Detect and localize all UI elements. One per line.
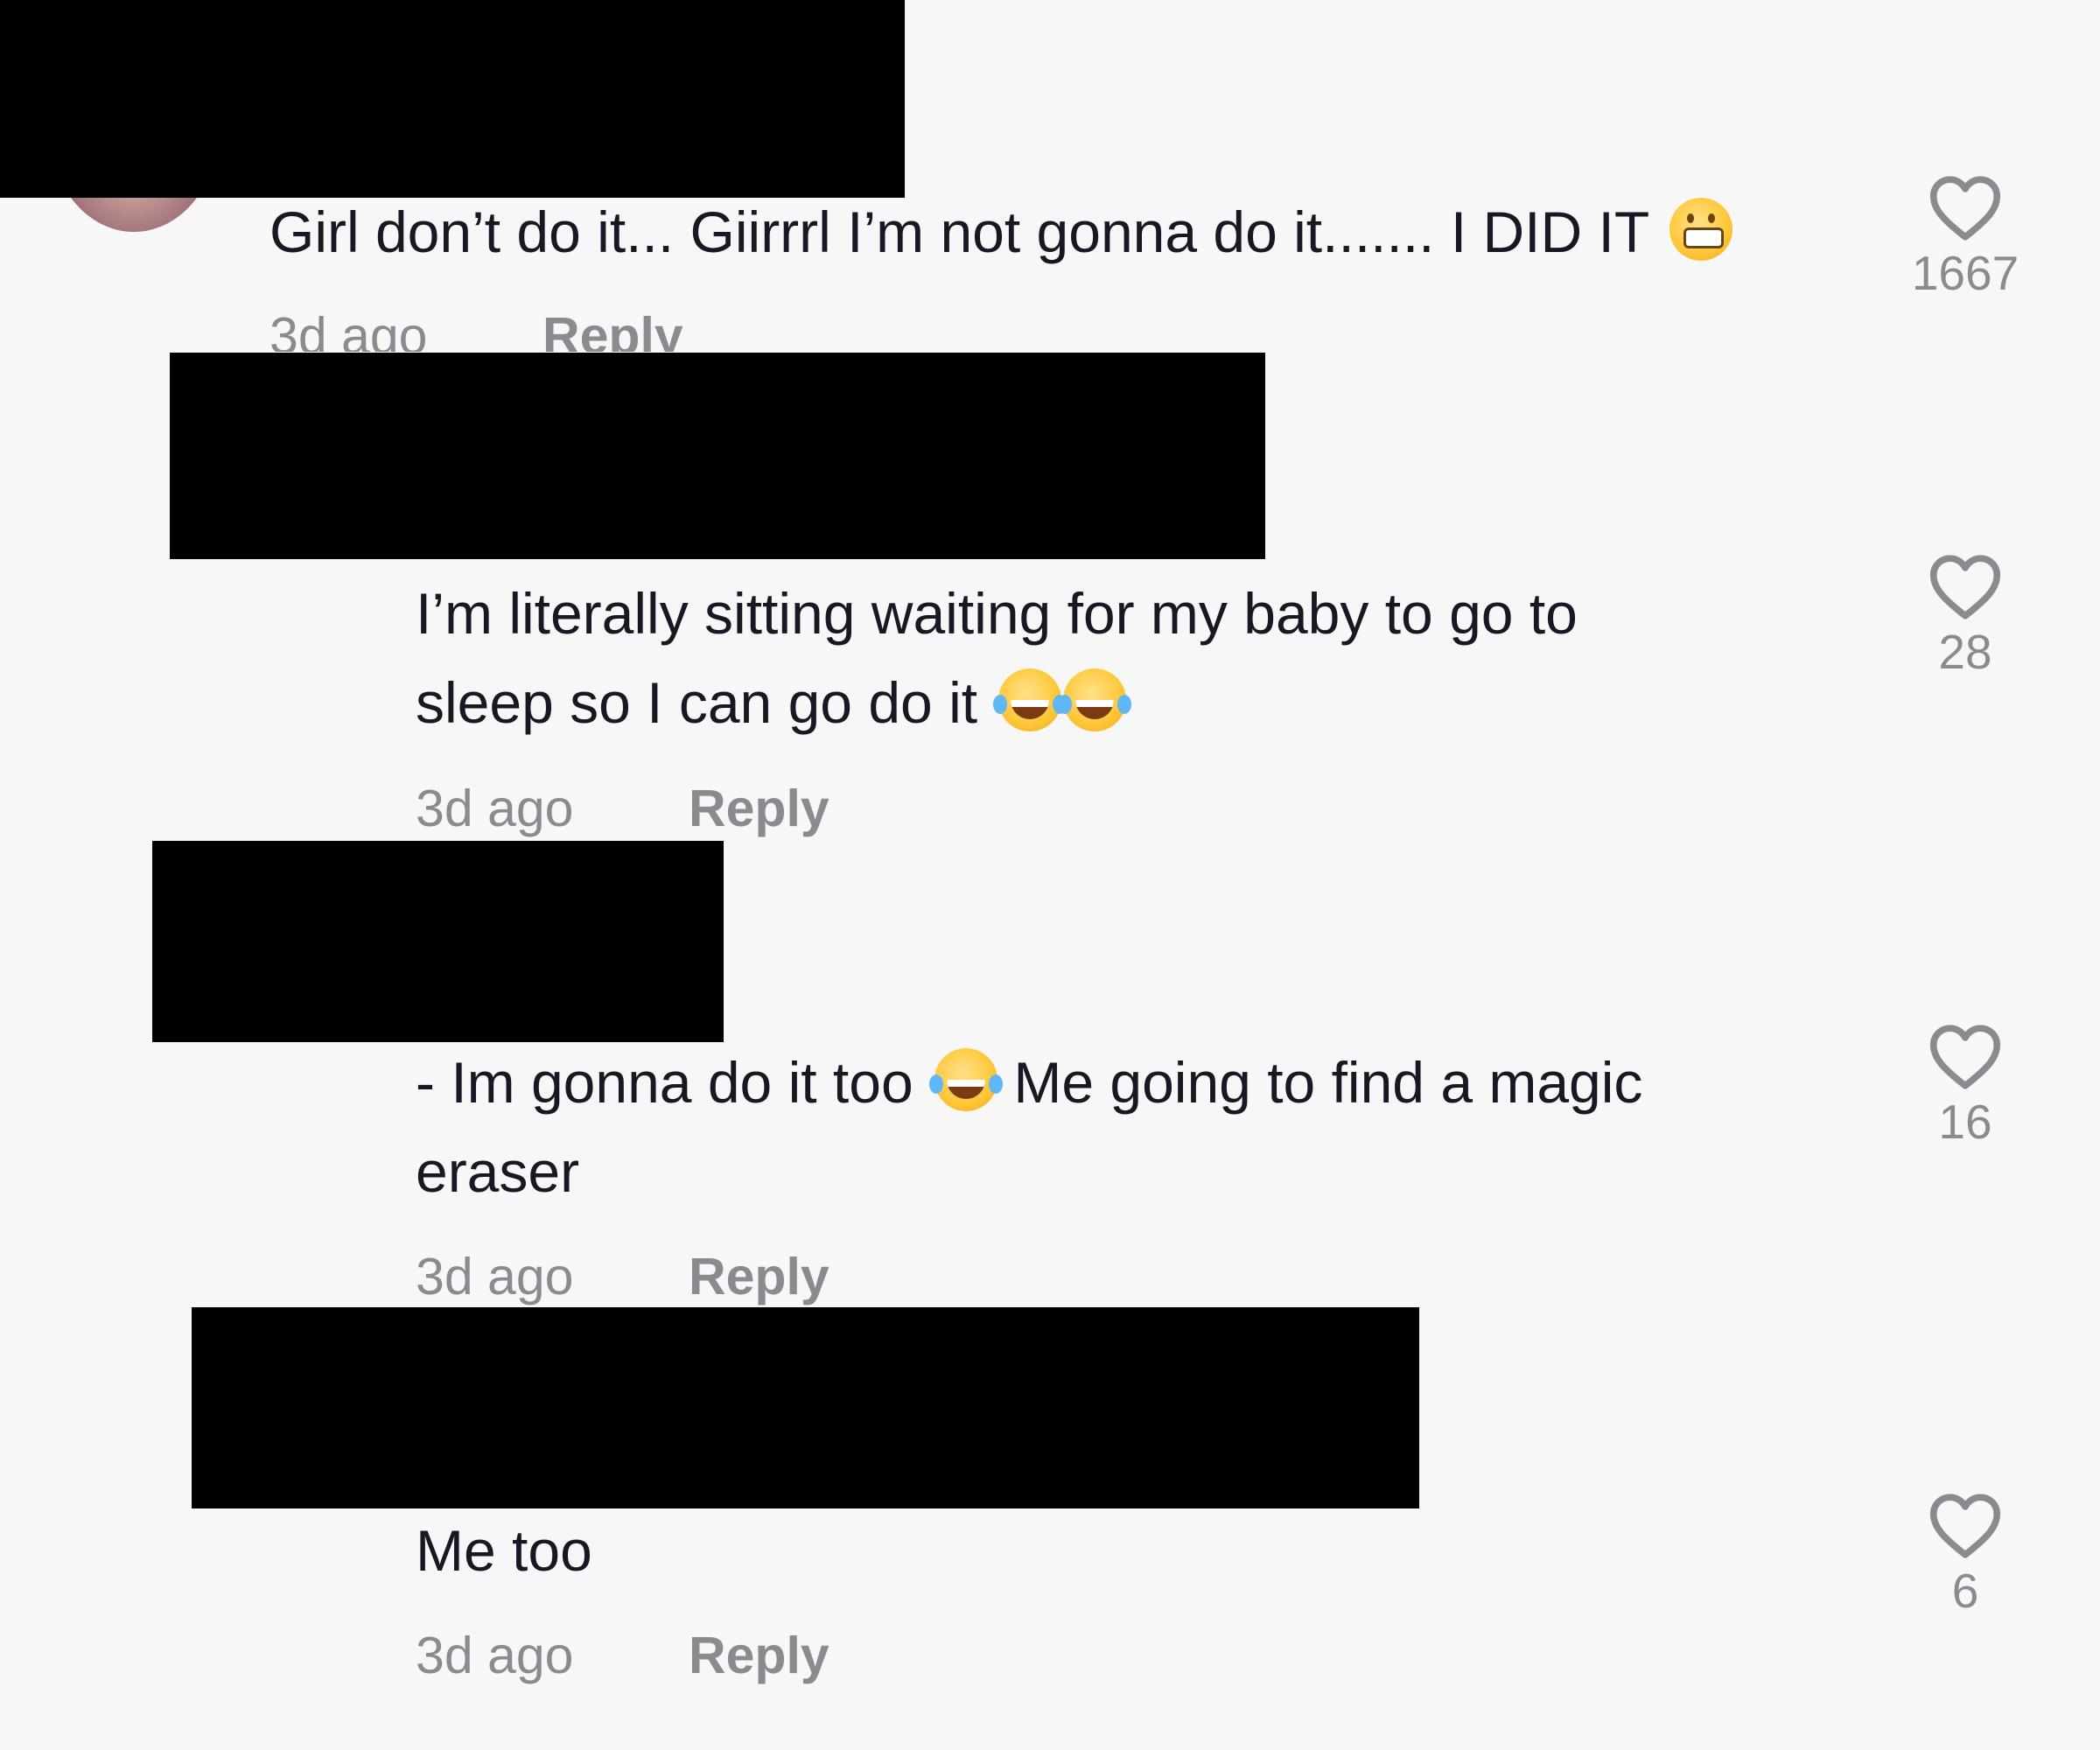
comment-3-text-line2: eraser (416, 1127, 579, 1216)
comment-1-text: Girl don’t do it... Giirrrl I’m not gonn… (270, 187, 1733, 276)
comment-1-reply-button[interactable]: Reply (542, 306, 683, 352)
comment-2-like[interactable]: 28 (1886, 554, 2044, 680)
tears-of-joy-emoji-icon (993, 668, 1062, 732)
comment-3-time: 3d ago (416, 1248, 574, 1306)
comment-1-meta-clip: 3d ago Reply (262, 298, 788, 352)
comment-3-reply-button[interactable]: Reply (689, 1247, 830, 1306)
comment-4-meta: 3d ago Reply (416, 1626, 830, 1685)
comment-1-time: 3d ago (270, 307, 428, 352)
comment-3-text-line1: - Im gonna do it too Me going to find a … (416, 1038, 1642, 1127)
comment-2-time: 3d ago (416, 780, 574, 837)
comment-4-text: Me too (416, 1506, 592, 1595)
comment-4-like-count: 6 (1951, 1564, 1979, 1618)
comment-2-body-line2: sleep so I can go do it (416, 670, 978, 735)
comment-4-body: Me too (416, 1518, 592, 1583)
comment-3-meta: 3d ago Reply (416, 1247, 830, 1306)
comment-1-like[interactable]: 1667 (1886, 175, 2044, 301)
redacted-username (152, 841, 724, 1042)
comment-1-body: Girl don’t do it... Giirrrl I’m not gonn… (270, 200, 1648, 264)
comment-4-like[interactable]: 6 (1886, 1493, 2044, 1619)
comment-2-meta: 3d ago Reply (416, 779, 830, 838)
comment-1-meta: 3d ago Reply (270, 306, 683, 352)
comment-4-time: 3d ago (416, 1627, 574, 1684)
comment-2-body-line1: I’m literally sitting waiting for my bab… (416, 581, 1578, 646)
redacted-username (170, 353, 1265, 559)
tears-of-joy-emoji-icon (929, 1048, 998, 1111)
grimacing-face-emoji-icon (1670, 198, 1733, 261)
heart-icon[interactable] (1928, 1024, 2002, 1090)
comment-3-body-part2: Me going to find a magic (1013, 1050, 1643, 1115)
comment-3-body-part1: - Im gonna do it too (416, 1050, 914, 1115)
heart-icon[interactable] (1928, 1493, 2002, 1559)
comment-4-reply-button[interactable]: Reply (689, 1626, 830, 1685)
heart-icon[interactable] (1928, 554, 2002, 620)
comment-3-like[interactable]: 16 (1886, 1024, 2044, 1150)
comment-2-text-line2: sleep so I can go do it (416, 658, 1127, 747)
tears-of-joy-emoji-icon (1058, 668, 1127, 732)
comment-2-text-line1: I’m literally sitting waiting for my bab… (416, 569, 1578, 658)
redacted-username (192, 1307, 1419, 1508)
redacted-username (0, 0, 905, 198)
comment-2-like-count: 28 (1938, 625, 1992, 679)
comment-3-body-line2: eraser (416, 1139, 580, 1204)
comment-2-reply-button[interactable]: Reply (689, 779, 830, 838)
comment-3-like-count: 16 (1938, 1095, 1992, 1149)
heart-icon[interactable] (1928, 175, 2002, 242)
comment-1-like-count: 1667 (1911, 246, 2020, 300)
